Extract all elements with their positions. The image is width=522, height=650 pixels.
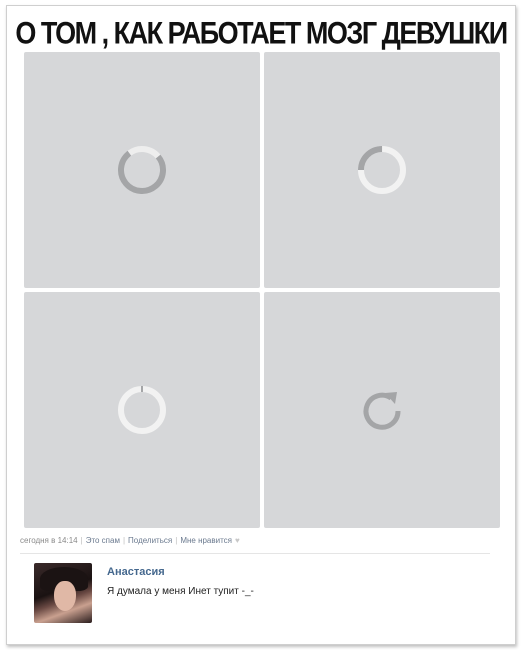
- image-tile-4[interactable]: [264, 292, 500, 528]
- loading-ring-icon: [118, 386, 166, 434]
- loading-ring-icon: [358, 146, 406, 194]
- share-link[interactable]: Поделиться: [128, 536, 172, 545]
- avatar[interactable]: [34, 563, 92, 623]
- comment-text: Я думала у меня Инет тупит -_-: [107, 586, 254, 597]
- image-grid: [24, 52, 500, 528]
- loading-ring-icon: [118, 146, 166, 194]
- refresh-icon: [363, 392, 401, 430]
- image-tile-3[interactable]: [24, 292, 260, 528]
- post-time: сегодня в 14:14: [20, 536, 78, 545]
- image-tile-2[interactable]: [264, 52, 500, 288]
- comment-author[interactable]: Анастасия: [107, 566, 165, 578]
- post-title: О ТОМ , КАК РАБОТАЕТ МОЗГ ДЕВУШКИ: [15, 15, 508, 51]
- post-meta: сегодня в 14:14 | Это спам | Поделиться | Мне …: [20, 536, 240, 545]
- divider: [20, 553, 490, 554]
- like-link[interactable]: Мне нравится: [180, 536, 232, 545]
- spam-link[interactable]: Это спам: [86, 536, 120, 545]
- image-tile-1[interactable]: [24, 52, 260, 288]
- heart-icon[interactable]: ♥: [235, 536, 240, 545]
